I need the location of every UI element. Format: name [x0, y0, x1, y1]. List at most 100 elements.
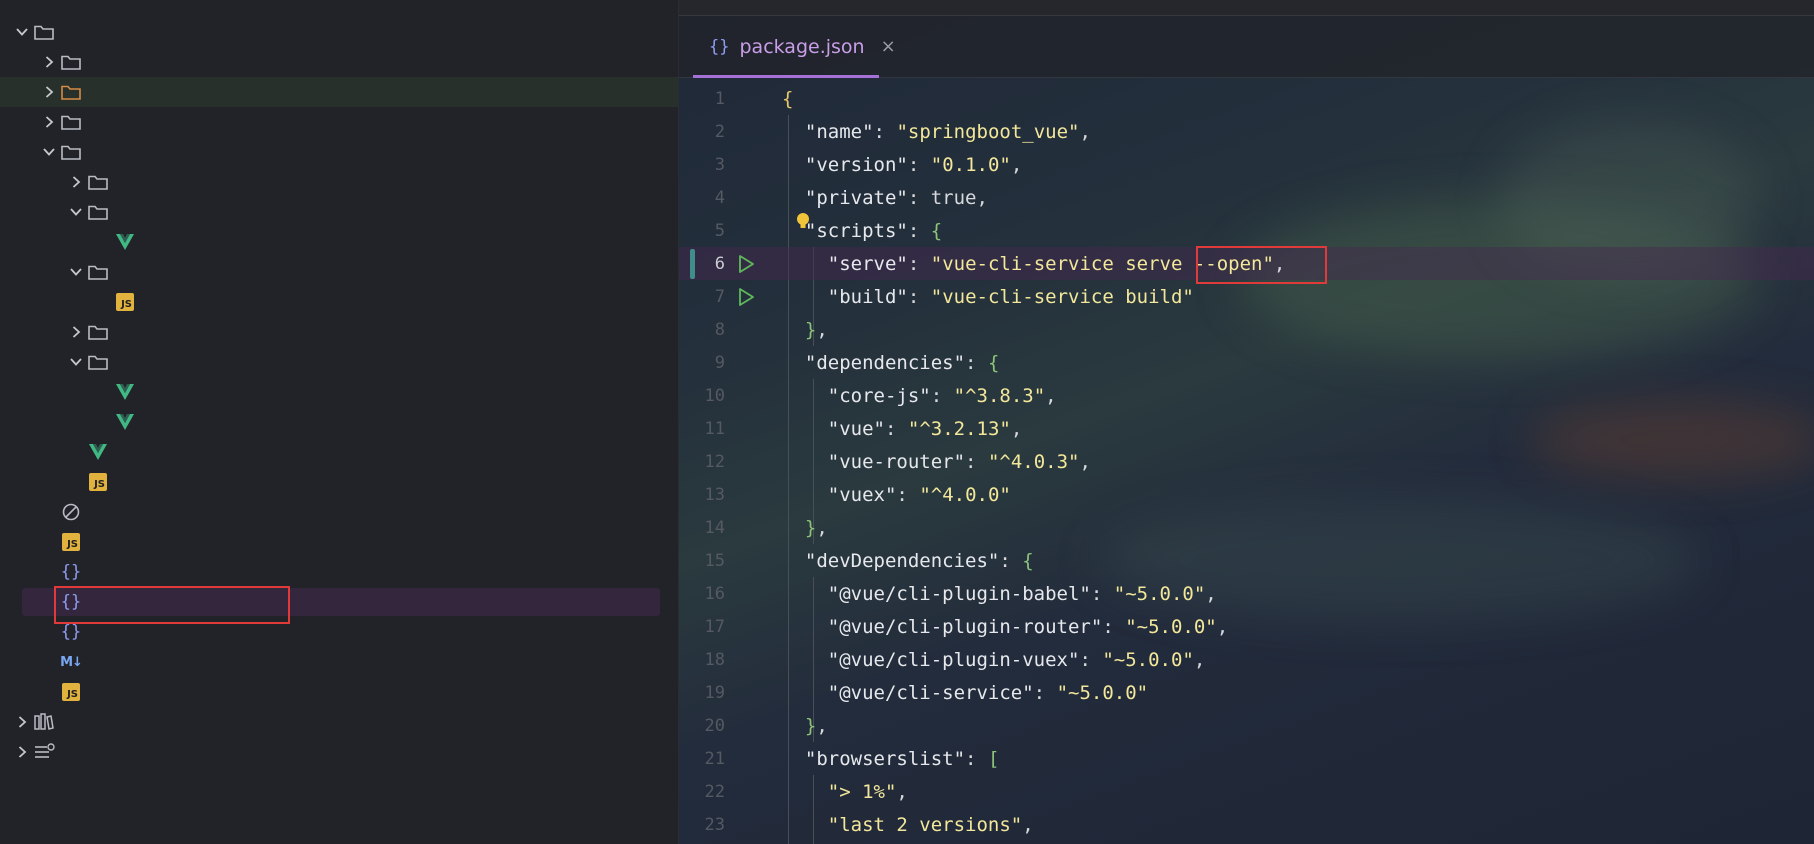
tree-item-gitignore[interactable] [0, 497, 678, 527]
tree-item-public[interactable] [0, 107, 678, 137]
tree-item-assets[interactable] [0, 167, 678, 197]
code-text: "serve": "vue-cli-service serve --open", [827, 252, 1286, 275]
code-text: "dependencies": { [804, 351, 1000, 374]
code-line[interactable]: 3 "version": "0.1.0", [679, 148, 1814, 181]
chevron-right-icon[interactable] [39, 47, 59, 77]
chevron-right-icon[interactable] [66, 167, 86, 197]
code-line[interactable]: 9 "dependencies": { [679, 346, 1814, 379]
chevron-down-icon[interactable] [39, 137, 59, 167]
tree-item-src[interactable] [0, 137, 678, 167]
markdown-icon: M↓ [60, 654, 83, 670]
code-line[interactable]: 2 "name": "springboot_vue", [679, 115, 1814, 148]
chevron-right-icon[interactable] [39, 77, 59, 107]
code-line[interactable]: 10 "core-js": "^3.8.3", [679, 379, 1814, 412]
code-line[interactable]: 20 }, [679, 709, 1814, 742]
json-file-icon: {} [60, 562, 82, 582]
code-text: }, [804, 516, 828, 539]
code-line[interactable]: 18 "@vue/cli-plugin-vuex": "~5.0.0", [679, 643, 1814, 676]
tree-root-springboot-vue[interactable] [0, 17, 678, 47]
tree-item-package-lock-json[interactable]: {} [0, 617, 678, 647]
folder-icon [86, 167, 110, 197]
run-icon[interactable] [736, 287, 756, 307]
code-line[interactable]: 17 "@vue/cli-plugin-router": "~5.0.0", [679, 610, 1814, 643]
tree-item-components[interactable] [0, 197, 678, 227]
chevron-down-icon[interactable] [12, 17, 32, 47]
vue-icon [113, 377, 137, 407]
code-line[interactable]: 14 }, [679, 511, 1814, 544]
code-line[interactable]: 16 "@vue/cli-plugin-babel": "~5.0.0", [679, 577, 1814, 610]
code-line[interactable]: 7 "build": "vue-cli-service build" [679, 280, 1814, 313]
tree-item-node-modules[interactable] [0, 77, 678, 107]
tree-item-homeview-vue[interactable] [0, 407, 678, 437]
change-marker[interactable] [690, 248, 695, 279]
tree-item-external-libraries[interactable] [0, 707, 678, 737]
chevron-down-icon[interactable] [66, 197, 86, 227]
code-text: "vuex": "^4.0.0" [827, 483, 1011, 506]
line-number: 12 [704, 451, 725, 472]
tab-package-json[interactable]: {} package.json × [693, 18, 896, 78]
code-line[interactable]: 6 "serve": "vue-cli-service serve --open… [679, 247, 1814, 280]
code-line[interactable]: 13 "vuex": "^4.0.0" [679, 478, 1814, 511]
chevron-right-icon[interactable] [12, 737, 32, 767]
tree-item-babel-config-js[interactable]: JS [0, 527, 678, 557]
tree-item-views[interactable] [0, 347, 678, 377]
code-text: "@vue/cli-plugin-babel": "~5.0.0", [827, 582, 1217, 605]
project-tree: JS JS JS {} {} {} M↓ JS [0, 0, 679, 844]
js-file-icon: JS [113, 287, 137, 317]
code-line[interactable]: 12 "vue-router": "^4.0.3", [679, 445, 1814, 478]
code-text: "build": "vue-cli-service build" [827, 285, 1194, 308]
chevron-right-icon[interactable] [12, 707, 32, 737]
close-icon[interactable]: × [881, 36, 896, 57]
chevron-right-icon[interactable] [39, 107, 59, 137]
line-number: 5 [714, 220, 725, 241]
code-line[interactable]: 11 "vue": "^3.2.13", [679, 412, 1814, 445]
code-text: { [782, 87, 794, 110]
js-file-icon: JS [59, 677, 83, 707]
chevron-right-icon[interactable] [66, 317, 86, 347]
code-text: "private": true, [804, 186, 988, 209]
code-line[interactable]: 23 "last 2 versions", [679, 808, 1814, 841]
code-line[interactable]: 21 "browserslist": [ [679, 742, 1814, 775]
tree-item-jsconfig-json[interactable]: {} [0, 557, 678, 587]
tree-item-store[interactable] [0, 317, 678, 347]
tree-item-app-vue[interactable] [0, 437, 678, 467]
code-line[interactable]: 1{ [679, 82, 1814, 115]
code-line[interactable]: 4 "private": true, [679, 181, 1814, 214]
line-number: 8 [714, 319, 725, 340]
tree-item-package-json[interactable]: {} [0, 587, 678, 617]
code-line[interactable]: 15 "devDependencies": { [679, 544, 1814, 577]
tab-label: package.json [739, 35, 865, 58]
code-text: "@vue/cli-plugin-vuex": "~5.0.0", [827, 648, 1206, 671]
tree-item-aboutview-vue[interactable] [0, 377, 678, 407]
tree-item-router[interactable] [0, 257, 678, 287]
folder-icon [86, 317, 110, 347]
code-area[interactable]: 1{2 "name": "springboot_vue", 3 "version"… [679, 82, 1814, 844]
chevron-down-icon[interactable] [66, 257, 86, 287]
tree-item-helloworld-vue[interactable] [0, 227, 678, 257]
tree-item-idea[interactable] [0, 47, 678, 77]
code-line[interactable]: 5 "scripts": { [679, 213, 1814, 247]
run-icon[interactable] [736, 254, 756, 274]
tree-item-readme-md[interactable]: M↓ [0, 647, 678, 677]
code-line[interactable]: 8 }, [679, 313, 1814, 346]
tree-item-main-js[interactable]: JS [0, 467, 678, 497]
line-number: 14 [704, 517, 725, 538]
tree-item-index-js[interactable]: JS [0, 287, 678, 317]
code-line[interactable]: 22 "> 1%", [679, 775, 1814, 808]
code-text: "scripts": { [804, 219, 943, 242]
chevron-down-icon[interactable] [66, 347, 86, 377]
folder-icon [86, 197, 110, 227]
line-number: 13 [704, 484, 725, 505]
folder-icon [32, 17, 56, 47]
line-number: 10 [704, 385, 725, 406]
vue-icon [113, 407, 137, 437]
code-line[interactable]: 19 "@vue/cli-service": "~5.0.0" [679, 676, 1814, 709]
tree-item-vue-config-js[interactable]: JS [0, 677, 678, 707]
folder-icon [59, 137, 83, 167]
tree-item-scratches-and-consoles[interactable] [0, 737, 678, 767]
json-file-icon: {} [60, 622, 82, 642]
